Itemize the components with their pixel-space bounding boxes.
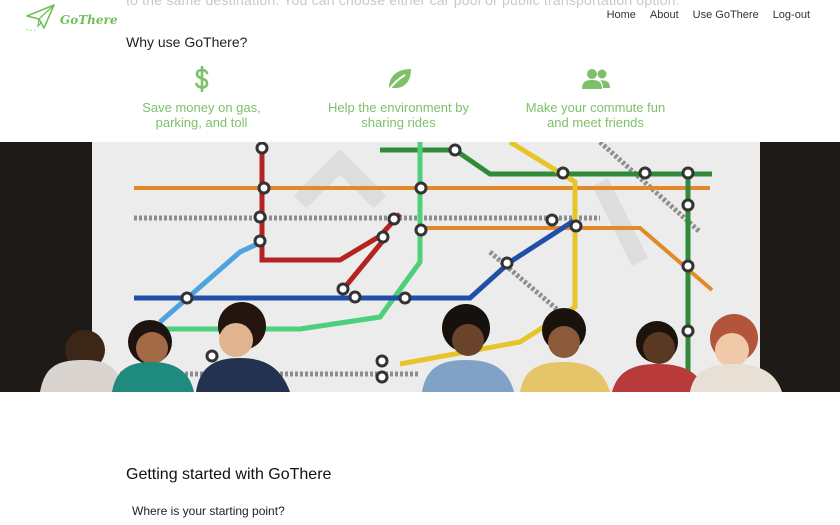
logo[interactable]: GoThere	[24, 2, 118, 37]
starting-point-label: Where is your starting point?	[132, 504, 285, 518]
getting-started-title: Getting started with GoThere	[126, 466, 332, 483]
feature-environment-line2: sharing rides	[361, 115, 436, 130]
nav-logout[interactable]: Log-out	[773, 9, 810, 21]
feature-environment: Help the environment by sharing rides	[300, 66, 497, 130]
features-row: Save money on gas, parking, and toll Hel…	[103, 66, 743, 130]
feature-meet-friends-line1: Make your commute fun	[525, 100, 666, 115]
main-nav: Home About Use GoThere Log-out	[607, 9, 810, 21]
feature-environment-line1: Help the environment by	[328, 100, 469, 115]
dollar-icon	[103, 66, 300, 92]
intro-text: to the same destination. You can choose …	[126, 0, 680, 8]
nav-about[interactable]: About	[650, 9, 679, 21]
users-icon	[497, 66, 694, 92]
logo-text: GoThere	[60, 12, 118, 27]
hero-image	[0, 142, 840, 392]
paper-plane-icon	[24, 2, 56, 37]
feature-meet-friends: Make your commute fun and meet friends	[497, 66, 694, 130]
feature-save-money-line1: Save money on gas,	[142, 100, 261, 115]
nav-use-gothere[interactable]: Use GoThere	[693, 9, 759, 21]
feature-save-money: Save money on gas, parking, and toll	[103, 66, 300, 130]
feature-meet-friends-line2: and meet friends	[547, 115, 644, 130]
leaf-icon	[300, 66, 497, 92]
nav-home[interactable]: Home	[607, 9, 636, 21]
feature-save-money-line2: parking, and toll	[155, 115, 248, 130]
why-title: Why use GoThere?	[126, 34, 248, 50]
